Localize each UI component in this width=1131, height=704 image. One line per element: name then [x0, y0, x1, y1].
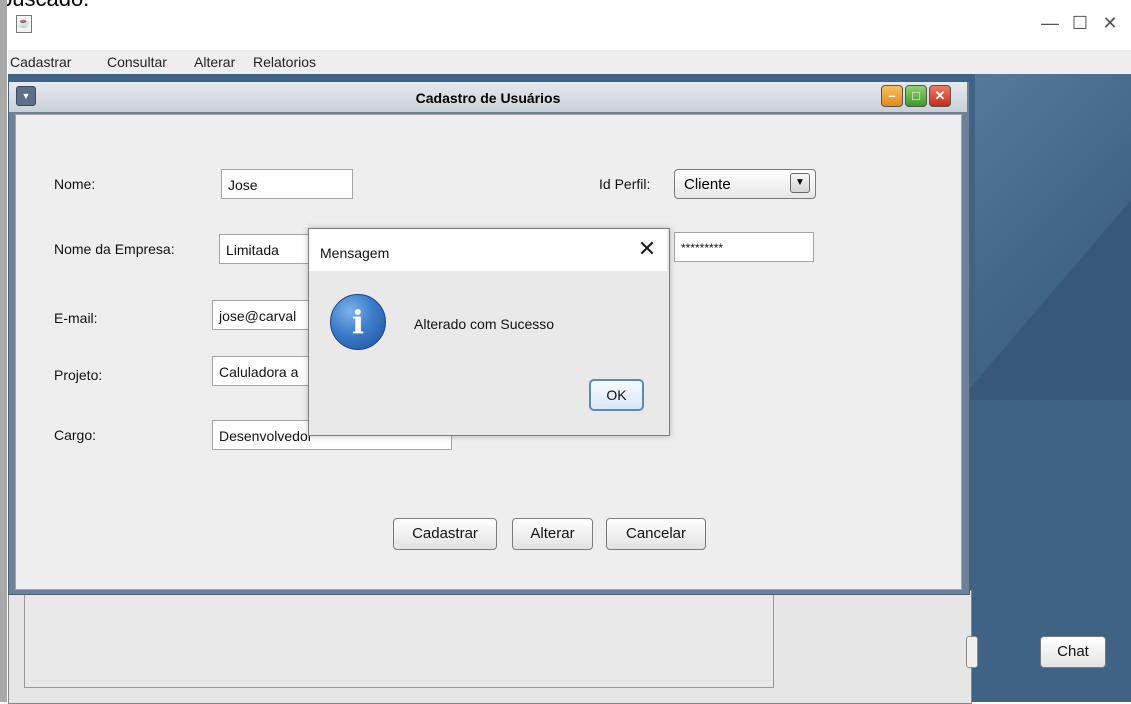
java-icon: ☕	[16, 15, 32, 33]
desktop-shadow-shape	[960, 200, 1131, 400]
dialog-title: Mensagem	[320, 245, 390, 261]
frame-minimize-icon[interactable]: –	[881, 85, 903, 107]
menu-alterar[interactable]: Alterar	[194, 54, 235, 70]
frame-close-icon[interactable]: ✕	[929, 85, 951, 107]
projeto-label: Projeto:	[54, 367, 103, 383]
email-label: E-mail:	[54, 310, 98, 326]
frame-title: Cadastro de Usuários	[415, 90, 561, 106]
menu-consultar[interactable]: Consultar	[107, 54, 167, 70]
dialog-message: Alterado com Sucesso	[414, 316, 555, 332]
background-text-area	[24, 594, 774, 688]
frame-maximize-icon[interactable]: □	[905, 85, 927, 107]
perfil-dropdown-value: Cliente	[684, 176, 731, 193]
perfil-label: Id Perfil:	[599, 176, 651, 192]
nome-field[interactable]: Jose	[221, 169, 353, 199]
left-edge-line	[0, 0, 7, 702]
projeto-field[interactable]: Caluladora a	[212, 356, 322, 386]
dialog-close-icon[interactable]: ✕	[634, 236, 660, 262]
close-icon[interactable]: ✕	[1090, 12, 1130, 36]
cargo-label: Cargo:	[54, 427, 97, 443]
window-titlebar	[8, 10, 1131, 50]
empresa-label: Nome da Empresa:	[54, 241, 175, 257]
menu-relatorios[interactable]: Relatorios	[253, 54, 316, 70]
menu-cadastrar[interactable]: Cadastrar	[10, 54, 71, 70]
senha-field[interactable]: *********	[674, 232, 814, 262]
cancelar-button[interactable]: Cancelar	[606, 518, 706, 550]
email-field[interactable]: jose@carval	[212, 300, 322, 330]
chevron-down-icon[interactable]: ▼	[790, 173, 810, 193]
nome-label: Nome:	[54, 176, 96, 192]
ok-button[interactable]: OK	[589, 379, 644, 411]
info-icon: i	[330, 294, 386, 350]
menubar	[8, 50, 1131, 74]
background-button-edge[interactable]	[966, 636, 978, 668]
alterar-button[interactable]: Alterar	[512, 518, 593, 550]
chat-button[interactable]: Chat	[1040, 636, 1106, 668]
cadastrar-button[interactable]: Cadastrar	[393, 518, 497, 550]
